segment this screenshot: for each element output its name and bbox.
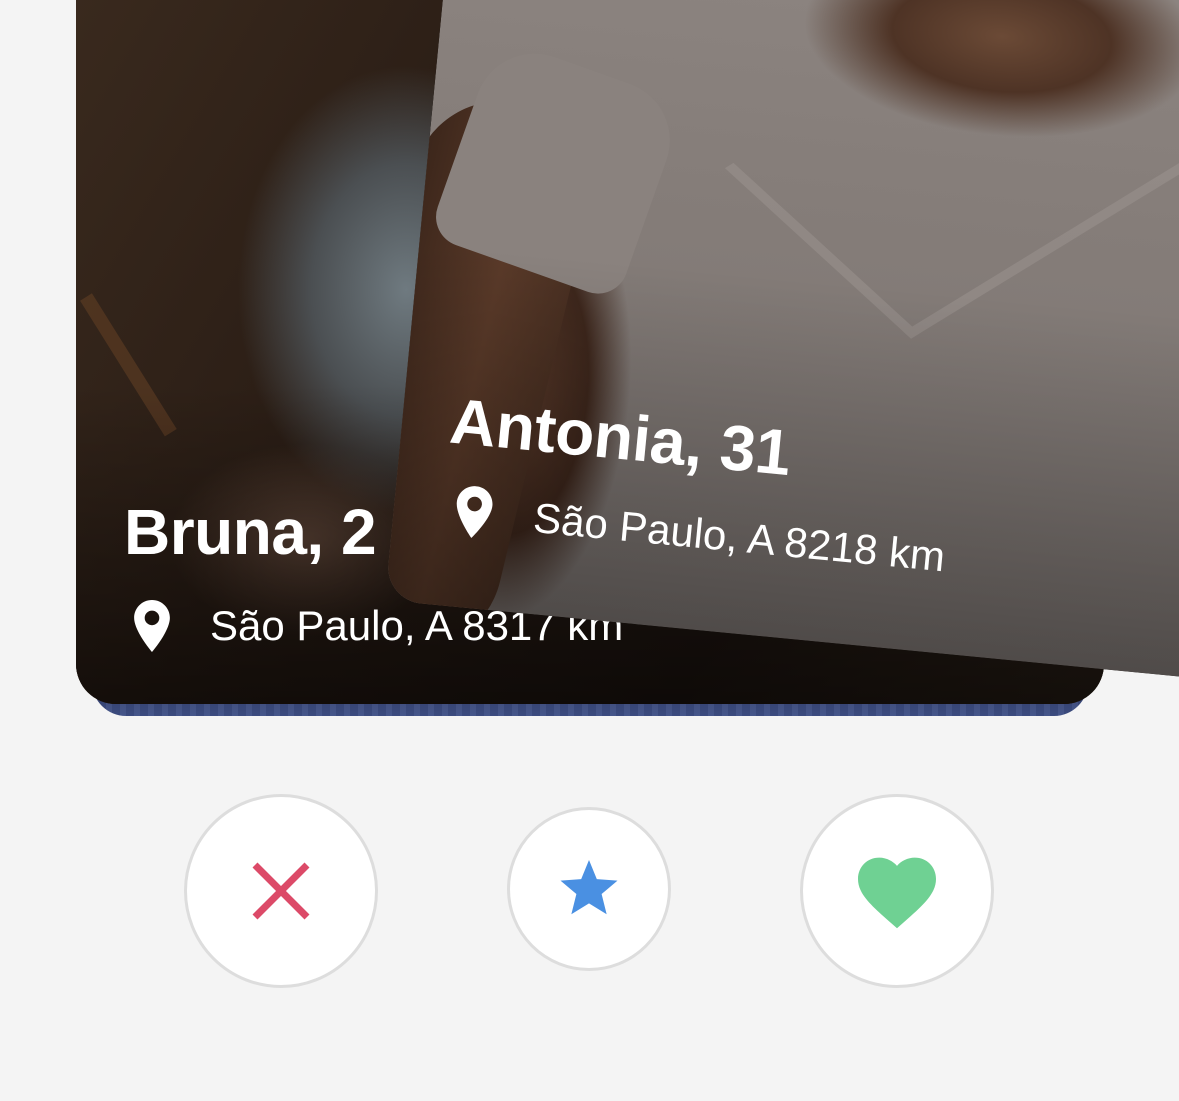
super-like-button[interactable]	[507, 807, 671, 971]
close-icon	[252, 862, 310, 920]
map-pin-icon	[134, 600, 170, 652]
swipe-screen: Bruna, 2 São Paulo, A 8317 km Antonia, 3…	[0, 0, 1179, 1101]
profile-card-front[interactable]: Antonia, 31 São Paulo, A 8218 km	[385, 0, 1179, 683]
map-pin-icon	[456, 486, 493, 538]
star-icon	[560, 860, 618, 915]
heart-icon	[858, 857, 936, 929]
like-button[interactable]	[800, 794, 994, 988]
profile-name-age: Bruna, 2	[124, 496, 377, 568]
dislike-button[interactable]	[184, 794, 378, 988]
